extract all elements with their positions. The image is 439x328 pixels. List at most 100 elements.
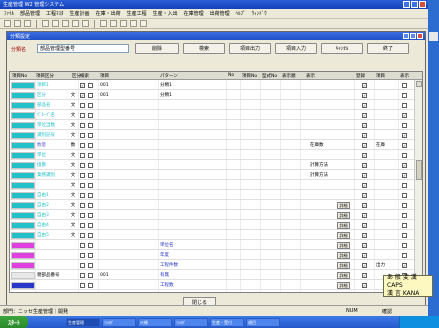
search-checkbox[interactable] bbox=[80, 153, 85, 158]
help-icon[interactable] bbox=[100, 20, 107, 27]
output-checkbox[interactable]: ✓ bbox=[402, 173, 407, 178]
display-checkbox[interactable]: ✓ bbox=[362, 263, 367, 268]
search-checkbox[interactable] bbox=[80, 213, 85, 218]
key-checkbox[interactable] bbox=[88, 93, 93, 98]
output-checkbox[interactable] bbox=[402, 213, 407, 218]
output-checkbox[interactable] bbox=[402, 153, 407, 158]
row-item-name[interactable] bbox=[36, 252, 69, 259]
key-checkbox[interactable] bbox=[88, 253, 93, 258]
row-extra[interactable]: 在庫数 bbox=[310, 142, 324, 149]
table-row[interactable]: 工程数 詳細 ✓ bbox=[10, 281, 416, 290]
scroll-up-arrow[interactable] bbox=[416, 81, 422, 87]
detail-button[interactable]: 詳細 bbox=[337, 202, 350, 209]
desktop-icon[interactable] bbox=[429, 32, 438, 41]
row-item-name[interactable]: 換算 bbox=[36, 162, 69, 169]
menu-item[interactable]: ｳｨﾝﾄﾞｳ bbox=[252, 10, 267, 17]
detail-button[interactable]: 詳細 bbox=[337, 252, 350, 259]
display-checkbox[interactable]: ✓ bbox=[362, 153, 367, 158]
detail-button[interactable]: 詳細 bbox=[337, 232, 350, 239]
output-checkbox[interactable]: ✓ bbox=[402, 133, 407, 138]
row-color-cell[interactable] bbox=[11, 162, 35, 169]
row-color-cell[interactable] bbox=[11, 102, 35, 109]
search-button[interactable]: 検索 bbox=[183, 43, 225, 54]
minimize-button[interactable] bbox=[403, 1, 410, 8]
key-checkbox[interactable] bbox=[88, 283, 93, 288]
display-checkbox[interactable]: ✓ bbox=[362, 123, 367, 128]
row-item-name[interactable]: 業務識別 bbox=[36, 172, 69, 179]
search-checkbox[interactable] bbox=[80, 183, 85, 188]
row-item-name[interactable]: 自由1 bbox=[36, 192, 69, 199]
row-color-cell[interactable] bbox=[11, 122, 35, 129]
output-checkbox[interactable] bbox=[402, 123, 407, 128]
row-item-name[interactable]: 数量 bbox=[36, 142, 69, 149]
key-checkbox[interactable] bbox=[88, 113, 93, 118]
table-row[interactable]: 単位名 詳細 ✓ bbox=[10, 241, 416, 250]
output-checkbox[interactable]: ✓ bbox=[402, 263, 407, 268]
taskbar-task[interactable]: ﾌｫﾙﾀﾞ bbox=[174, 317, 208, 327]
display-checkbox[interactable]: ✓ bbox=[362, 193, 367, 198]
table-row[interactable]: 文 ✓ bbox=[10, 181, 416, 190]
output-checkbox[interactable]: ✓ bbox=[402, 143, 407, 148]
print-icon[interactable] bbox=[24, 20, 31, 27]
table-row[interactable]: 工程件数 詳細 ✓ 出力 ✓ bbox=[10, 261, 416, 270]
display-checkbox[interactable]: ✓ bbox=[362, 213, 367, 218]
row-item-name[interactable]: 自由4 bbox=[36, 222, 69, 229]
row-color-cell[interactable] bbox=[11, 192, 35, 199]
row-item-name[interactable]: 単位当数 bbox=[36, 122, 69, 129]
table-row[interactable]: 自由2 文 詳細 ✓ bbox=[10, 201, 416, 210]
row-color-cell[interactable] bbox=[11, 252, 35, 259]
scroll-thumb[interactable] bbox=[416, 160, 422, 180]
display-checkbox[interactable]: ✓ bbox=[362, 113, 367, 118]
detail-button[interactable]: 詳細 bbox=[337, 282, 350, 289]
row-item-name[interactable]: 自由5 bbox=[36, 232, 69, 239]
row-color-cell[interactable] bbox=[11, 152, 35, 159]
display-checkbox[interactable]: ✓ bbox=[362, 163, 367, 168]
child-close-button[interactable] bbox=[417, 33, 423, 39]
menu-item[interactable]: 出荷管理 bbox=[210, 10, 230, 17]
row-pattern[interactable]: 年度 bbox=[160, 252, 169, 259]
table-row[interactable]: 部品名文 ✓ bbox=[10, 101, 416, 110]
row-calc[interactable]: 在庫 bbox=[376, 142, 385, 149]
search-checkbox[interactable] bbox=[80, 133, 85, 138]
search-checkbox[interactable] bbox=[80, 273, 85, 278]
row-color-cell[interactable] bbox=[11, 142, 35, 149]
row-item-name[interactable]: 項目1 bbox=[36, 82, 69, 89]
detail-button[interactable]: 詳細 bbox=[337, 242, 350, 249]
key-checkbox[interactable] bbox=[88, 163, 93, 168]
taskbar-task[interactable]: ﾒﾓ帳 bbox=[138, 317, 172, 327]
display-checkbox[interactable]: ✓ bbox=[362, 273, 367, 278]
taskbar-task[interactable]: 項目 bbox=[246, 317, 280, 327]
row-calc[interactable]: 出力 bbox=[376, 262, 385, 269]
display-checkbox[interactable]: ✓ bbox=[362, 233, 367, 238]
row-pattern[interactable]: 分類1 bbox=[160, 92, 172, 99]
done-button[interactable]: 終了 bbox=[367, 43, 409, 54]
key-checkbox[interactable] bbox=[88, 203, 93, 208]
table-row[interactable]: 年度 詳細 ✓ bbox=[10, 251, 416, 260]
row-pattern[interactable]: 工程件数 bbox=[160, 262, 178, 269]
search-checkbox[interactable] bbox=[80, 163, 85, 168]
row-item-name[interactable] bbox=[36, 282, 69, 289]
search-checkbox[interactable] bbox=[80, 223, 85, 228]
search-checkbox[interactable] bbox=[80, 143, 85, 148]
search-checkbox[interactable] bbox=[80, 263, 85, 268]
row-item-name[interactable]: 単位 bbox=[36, 152, 69, 159]
display-checkbox[interactable]: ✓ bbox=[362, 243, 367, 248]
menu-item[interactable]: 生産工程 bbox=[127, 10, 147, 17]
row-color-cell[interactable] bbox=[11, 182, 35, 189]
detail-button[interactable]: 詳細 bbox=[337, 272, 350, 279]
category-name-field[interactable]: 部品管理型番号 bbox=[37, 44, 129, 53]
table-row[interactable]: 換算文 計算方法 ✓ ✓ bbox=[10, 161, 416, 170]
row-item-name[interactable]: 親部品番号 bbox=[36, 272, 69, 279]
row-color-cell[interactable] bbox=[11, 172, 35, 179]
key-checkbox[interactable] bbox=[88, 133, 93, 138]
last-icon[interactable] bbox=[140, 20, 147, 27]
search-checkbox[interactable]: ✓ bbox=[80, 83, 85, 88]
copy-icon[interactable] bbox=[52, 20, 59, 27]
display-checkbox[interactable]: ✓ bbox=[362, 283, 367, 288]
table-row[interactable]: 自由4 文 詳細 ✓ bbox=[10, 221, 416, 230]
search-checkbox[interactable] bbox=[80, 123, 85, 128]
row-pattern[interactable]: 分類1 bbox=[160, 82, 172, 89]
output-checkbox[interactable] bbox=[402, 183, 407, 188]
row-item-name[interactable] bbox=[36, 262, 69, 269]
search-checkbox[interactable] bbox=[80, 193, 85, 198]
